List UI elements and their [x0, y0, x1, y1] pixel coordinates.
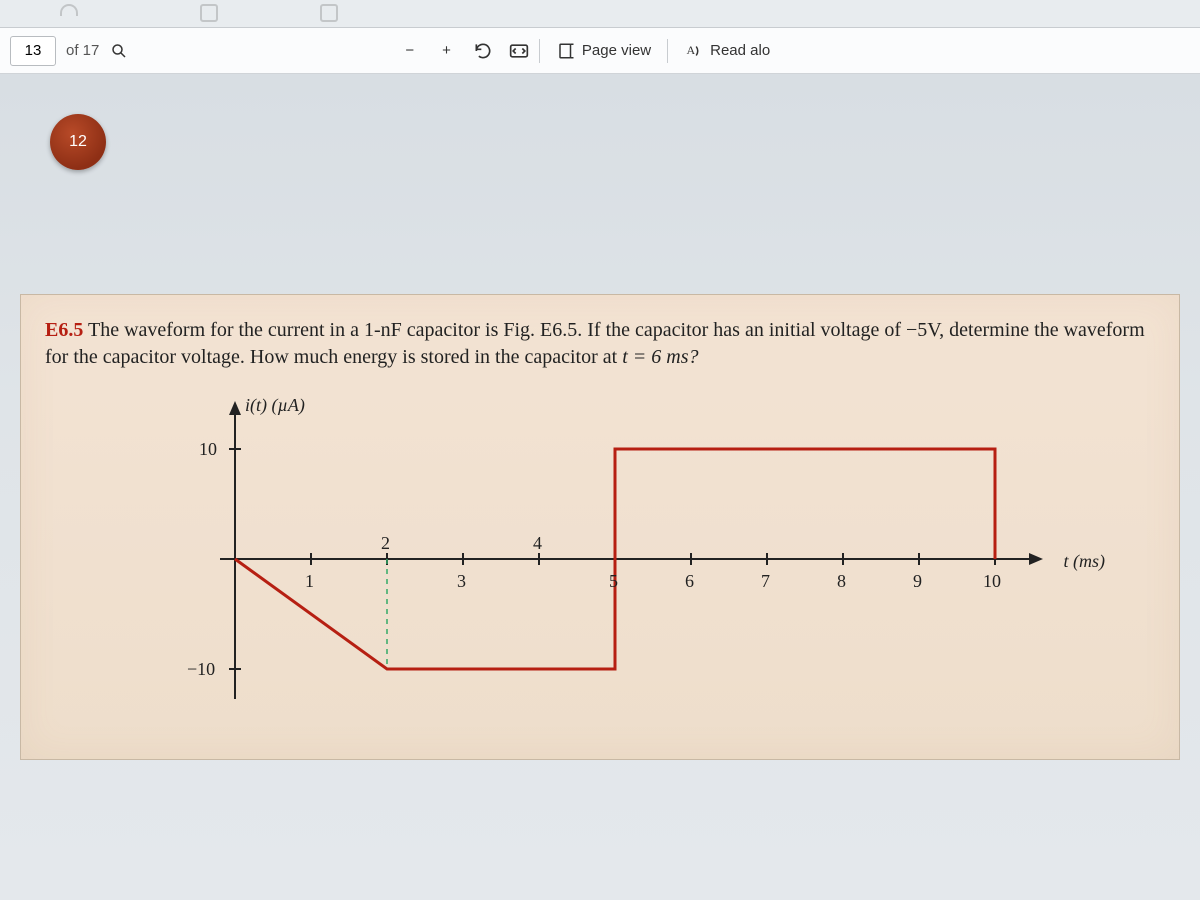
zoom-out-button[interactable]: −: [399, 38, 420, 63]
browser-chrome-strip: [0, 0, 1200, 28]
page-view-icon: [556, 41, 576, 61]
page-thumb-badge[interactable]: 12: [50, 114, 106, 170]
problem-block: E6.5 The waveform for the current in a 1…: [20, 294, 1180, 760]
y-tick-neg: −10: [187, 659, 215, 679]
read-aloud-button[interactable]: A Read alo: [678, 37, 776, 65]
x-tick-2: 2: [381, 533, 390, 553]
x-tick-1: 1: [305, 571, 314, 591]
problem-body: The waveform for the current in a 1-nF c…: [45, 319, 1145, 368]
search-icon[interactable]: [109, 41, 129, 61]
x-tick-6: 6: [685, 571, 694, 591]
toolbar-divider: [667, 39, 668, 63]
x-tick-7: 7: [761, 571, 770, 591]
problem-number: E6.5: [45, 319, 83, 341]
x-tick-8: 8: [837, 571, 846, 591]
zoom-controls: − +: [399, 38, 529, 63]
x-tick-10: 10: [983, 571, 1001, 591]
y-tick-pos: 10: [199, 439, 217, 459]
current-waveform-chart: i(t) (µA) t (ms): [165, 399, 1085, 719]
window-icon: [200, 4, 218, 22]
x-tick-3: 3: [457, 571, 466, 591]
tab-icon: [60, 4, 78, 16]
window-icon: [320, 4, 338, 22]
problem-t-expr: t = 6 ms?: [622, 346, 698, 368]
read-aloud-icon: A: [684, 41, 704, 61]
x-tick-4: 4: [533, 533, 542, 553]
page-total-label: of 17: [66, 42, 99, 59]
x-tick-9: 9: [913, 571, 922, 591]
pdf-toolbar: of 17 − + Page view: [0, 28, 1200, 74]
page-view-label: Page view: [582, 42, 651, 59]
problem-statement: E6.5 The waveform for the current in a 1…: [45, 317, 1155, 371]
x-tick-5: 5: [609, 571, 618, 591]
page-number-input[interactable]: [10, 36, 56, 66]
svg-text:A: A: [687, 43, 696, 57]
rotate-icon[interactable]: [473, 41, 493, 61]
toolbar-divider: [539, 39, 540, 63]
chart-svg: 1 2 3 4 5 6 7 8 9 10 10 −10: [165, 399, 1085, 719]
fit-width-icon[interactable]: [509, 41, 529, 61]
page-view-button[interactable]: Page view: [550, 37, 657, 65]
zoom-in-button[interactable]: +: [436, 38, 457, 63]
read-aloud-label: Read alo: [710, 42, 770, 59]
document-viewport[interactable]: 12 E6.5 The waveform for the current in …: [0, 74, 1200, 900]
